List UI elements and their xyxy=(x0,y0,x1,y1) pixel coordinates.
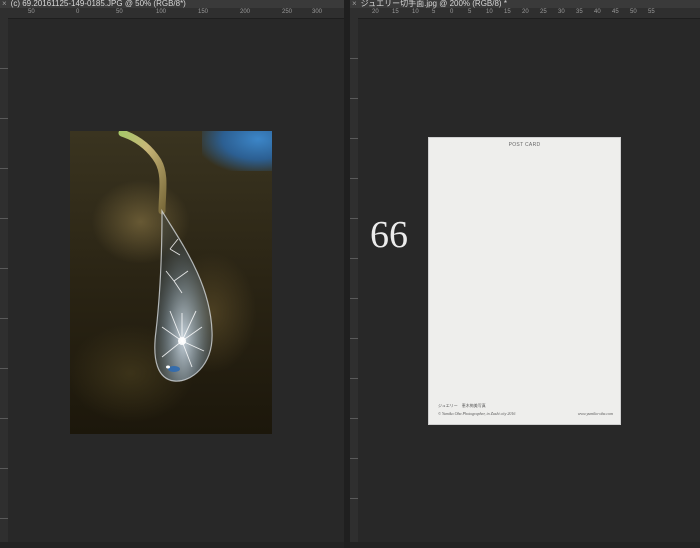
right-document-tab-title: ジュエリー切手面.jpg @ 200% (RGB/8) * xyxy=(360,0,507,8)
postcard-website: www.yumiko-oba.com xyxy=(577,411,613,416)
close-icon[interactable]: × xyxy=(2,0,7,8)
ice-droplet-illustration xyxy=(118,131,213,382)
ruler-label: 15 xyxy=(392,9,399,15)
close-icon[interactable]: × xyxy=(352,0,357,8)
droplet-photo xyxy=(70,131,272,434)
left-document-tab-title: (c) 69.20161125-149-0185.JPG @ 50% (RGB/… xyxy=(10,0,186,8)
ruler-label: 100 xyxy=(156,9,167,15)
ruler-label: 35 xyxy=(576,9,583,15)
ruler-label: 25 xyxy=(540,9,547,15)
ruler-label: 15 xyxy=(504,9,511,15)
page-number: 66 xyxy=(370,214,408,256)
horizontal-ruler[interactable]: 20 15 10 5 0 5 10 15 20 25 30 35 40 45 5… xyxy=(358,8,700,19)
postcard-copyright: © Yumiko Oba Photographer, in Zushi city… xyxy=(438,411,516,416)
ruler-label: 55 xyxy=(648,9,655,15)
ruler-label: 30 xyxy=(558,9,565,15)
ruler-label: 5 xyxy=(468,9,472,15)
ruler-origin[interactable] xyxy=(350,8,358,18)
ruler-label: 50 xyxy=(630,9,637,15)
ruler-label: 200 xyxy=(240,9,251,15)
ruler-label: 5 xyxy=(432,9,436,15)
ruler-label: 0 xyxy=(76,9,80,15)
ruler-label: 250 xyxy=(282,9,293,15)
ruler-label: 45 xyxy=(612,9,619,15)
left-status-bar xyxy=(0,542,344,548)
left-document-tab[interactable]: × (c) 69.20161125-149-0185.JPG @ 50% (RGB… xyxy=(0,0,344,8)
ruler-label: 50 xyxy=(28,9,35,15)
ruler-label: 10 xyxy=(412,9,419,15)
right-status-bar xyxy=(350,542,700,548)
ruler-label: 20 xyxy=(522,9,529,15)
ruler-label: 150 xyxy=(198,9,209,15)
horizontal-ruler[interactable]: 50 0 50 100 150 200 250 300 xyxy=(8,8,344,19)
right-document-tab[interactable]: × ジュエリー切手面.jpg @ 200% (RGB/8) * xyxy=(350,0,700,8)
ruler-label: 50 xyxy=(116,9,123,15)
ruler-label: 300 xyxy=(312,9,323,15)
postcard-title: POST CARD xyxy=(508,142,541,148)
ruler-label: 40 xyxy=(594,9,601,15)
ruler-label: 20 xyxy=(372,9,379,15)
postcard-credit: ジュエリー 恵木絢美写真 xyxy=(438,403,486,408)
ruler-label: 0 xyxy=(450,9,454,15)
postcard-back: POST CARD ジュエリー 恵木絢美写真 © Yumiko Oba Phot… xyxy=(428,137,621,425)
ruler-label: 10 xyxy=(486,9,493,15)
ruler-origin[interactable] xyxy=(0,8,8,18)
